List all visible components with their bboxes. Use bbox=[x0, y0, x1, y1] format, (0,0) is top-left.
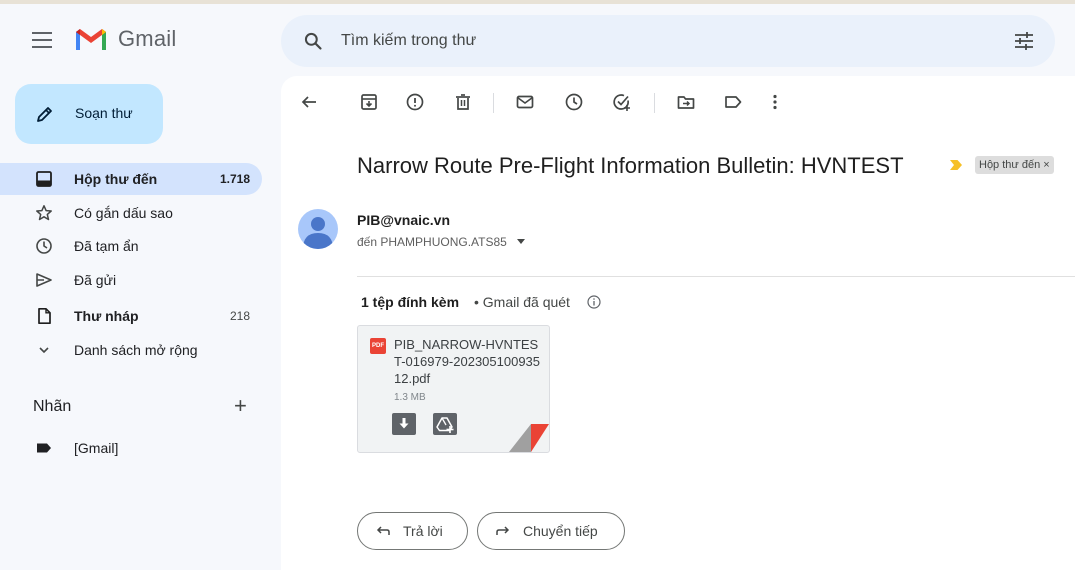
draft-count: 218 bbox=[229, 309, 250, 323]
search-input[interactable]: Tìm kiếm trong thư bbox=[341, 32, 476, 50]
sidebar-item-label: Đã tạm ẩn bbox=[74, 238, 139, 254]
recipient-line: đến PHAMPHUONG.ATS85 bbox=[357, 235, 507, 249]
labels-heading: Nhãn bbox=[33, 398, 72, 415]
header-divider bbox=[357, 276, 1075, 277]
pencil-icon bbox=[37, 107, 52, 122]
reply-label: Trả lời bbox=[403, 523, 443, 539]
attachment-size: 1.3 MB bbox=[394, 392, 426, 403]
sidebar-item-inbox[interactable]: Hộp thư đến 1.718 bbox=[0, 163, 262, 195]
inbox-label-chip[interactable]: Hộp thư đến × bbox=[975, 156, 1054, 174]
archive-icon[interactable] bbox=[359, 92, 379, 112]
toolbar-divider bbox=[654, 93, 655, 113]
page-fold-decoration bbox=[509, 424, 549, 452]
search-bar[interactable]: Tìm kiếm trong thư bbox=[281, 15, 1055, 67]
importance-marker-icon[interactable] bbox=[949, 159, 963, 171]
sender-avatar[interactable] bbox=[298, 209, 338, 249]
sidebar-item-starred[interactable]: Có gắn dấu sao bbox=[0, 197, 262, 229]
email-subject: Narrow Route Pre-Flight Information Bull… bbox=[357, 153, 904, 178]
send-icon bbox=[36, 273, 52, 287]
create-label-icon[interactable]: + bbox=[234, 395, 247, 417]
sidebar-item-snoozed[interactable]: Đã tạm ẩn bbox=[0, 230, 262, 262]
sidebar-item-label: Hộp thư đến bbox=[74, 171, 158, 187]
report-spam-icon[interactable] bbox=[405, 92, 425, 112]
star-icon bbox=[36, 205, 52, 221]
forward-button[interactable]: Chuyển tiếp bbox=[477, 512, 625, 550]
add-task-icon[interactable] bbox=[612, 92, 632, 112]
attachment-card[interactable]: PDF PIB_NARROW-HVNTEST-016979-2023051009… bbox=[357, 325, 550, 453]
draft-icon bbox=[38, 307, 51, 325]
info-icon[interactable] bbox=[587, 295, 601, 309]
forward-icon bbox=[496, 526, 510, 535]
pdf-file-icon: PDF bbox=[370, 338, 386, 354]
toolbar-divider bbox=[493, 93, 494, 113]
sidebar-item-label: Thư nháp bbox=[74, 308, 139, 324]
forward-label: Chuyển tiếp bbox=[523, 523, 598, 539]
main-menu-icon[interactable] bbox=[32, 32, 52, 48]
move-to-icon[interactable] bbox=[676, 92, 696, 112]
snooze-icon[interactable] bbox=[564, 92, 584, 112]
gmail-logo[interactable]: Gmail bbox=[74, 26, 176, 52]
label-icon[interactable] bbox=[723, 92, 743, 112]
back-arrow-icon[interactable] bbox=[299, 92, 319, 112]
compose-button[interactable]: Soạn thư bbox=[15, 84, 163, 144]
attachment-filename: PIB_NARROW-HVNTEST-016979-20230510093512… bbox=[394, 337, 541, 386]
search-options-icon[interactable] bbox=[1013, 31, 1035, 51]
search-icon[interactable] bbox=[303, 31, 323, 51]
sidebar-item-label: [Gmail] bbox=[74, 440, 119, 456]
delete-icon[interactable] bbox=[453, 92, 473, 112]
more-vert-icon[interactable] bbox=[765, 92, 785, 112]
reply-icon bbox=[376, 526, 390, 535]
sender-email[interactable]: PIB@vnaic.vn bbox=[357, 212, 450, 228]
inbox-icon bbox=[36, 171, 52, 187]
sidebar-item-label: Đã gửi bbox=[74, 272, 117, 288]
person-icon bbox=[303, 217, 333, 249]
gmail-m-icon bbox=[76, 29, 106, 50]
app-name: Gmail bbox=[118, 26, 177, 51]
attachments-heading: 1 tệp đính kèm bbox=[361, 294, 460, 310]
mark-unread-icon[interactable] bbox=[515, 92, 535, 112]
download-icon bbox=[399, 418, 409, 429]
unread-count: 1.718 bbox=[219, 172, 250, 186]
chevron-down-icon bbox=[39, 347, 49, 354]
label-icon bbox=[37, 443, 51, 453]
sidebar-item-label: Danh sách mở rộng bbox=[74, 342, 198, 358]
add-to-drive-button[interactable] bbox=[433, 413, 457, 435]
download-button[interactable] bbox=[392, 413, 416, 435]
drive-add-icon bbox=[436, 417, 454, 433]
sidebar-item-sent[interactable]: Đã gửi bbox=[0, 264, 262, 296]
sidebar-label-gmail[interactable]: [Gmail] bbox=[0, 432, 262, 464]
message-view: Narrow Route Pre-Flight Information Bull… bbox=[281, 76, 1075, 570]
reply-button[interactable]: Trả lời bbox=[357, 512, 468, 550]
compose-label: Soạn thư bbox=[75, 105, 133, 121]
sidebar-item-label: Có gắn dấu sao bbox=[74, 205, 173, 221]
recipient-details-caret-icon[interactable] bbox=[517, 239, 525, 244]
attachments-scan-note: • Gmail đã quét bbox=[474, 294, 570, 310]
window-top-edge bbox=[0, 0, 1075, 4]
sidebar-item-drafts[interactable]: Thư nháp 218 bbox=[0, 300, 262, 332]
sidebar-item-more[interactable]: Danh sách mở rộng bbox=[0, 334, 262, 366]
clock-icon bbox=[36, 238, 52, 254]
